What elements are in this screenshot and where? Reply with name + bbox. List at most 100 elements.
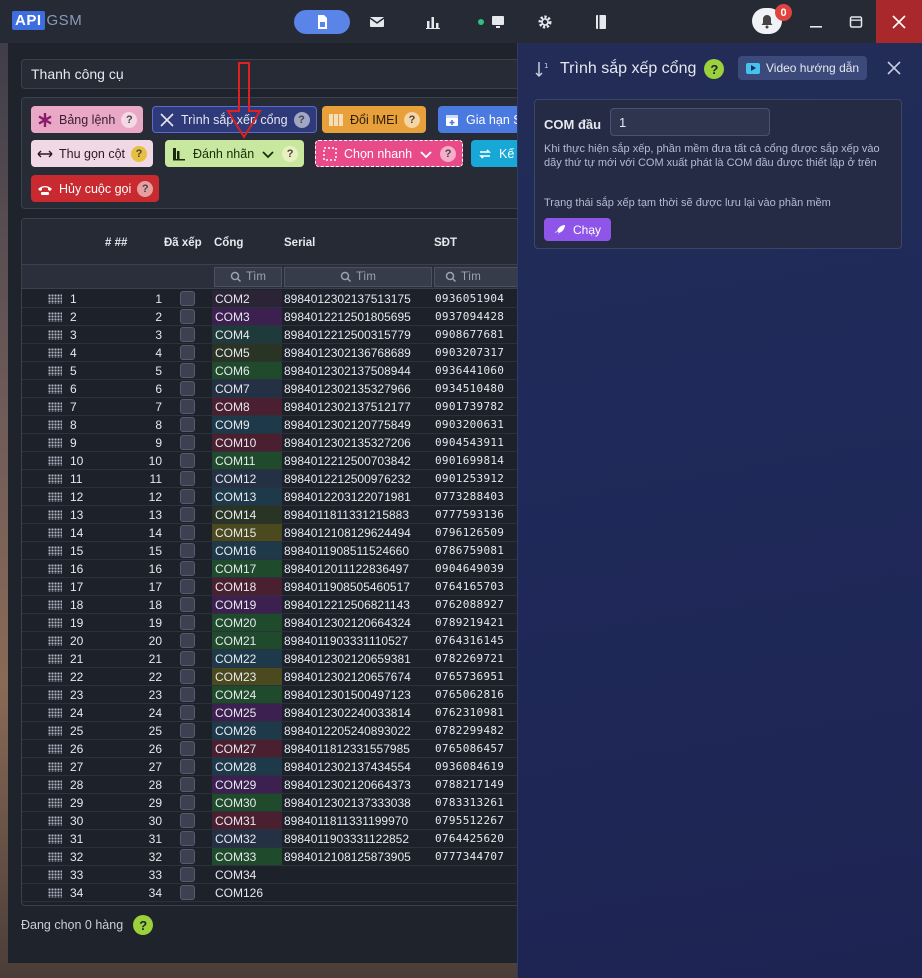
sorted-checkbox[interactable] xyxy=(180,579,195,594)
sorted-checkbox[interactable] xyxy=(180,777,195,792)
tool-change-imei[interactable]: Đổi IMEI? xyxy=(322,106,426,133)
table-row[interactable]: 25 25 COM26 8984012205240893022 0782299482 xyxy=(22,722,520,740)
table-row[interactable]: 29 29 COM30 8984012302137333038 0783313261 xyxy=(22,794,520,812)
sorted-checkbox[interactable] xyxy=(180,345,195,360)
filter-phone[interactable]: Tìm xyxy=(434,267,520,287)
help-icon[interactable]: ? xyxy=(403,111,420,128)
table-row[interactable]: 7 7 COM8 8984012302137512177 0901739782 xyxy=(22,398,520,416)
header-sorted[interactable]: Đã xếp xyxy=(164,237,202,249)
drag-handle-icon[interactable] xyxy=(48,492,62,502)
drag-handle-icon[interactable] xyxy=(48,744,62,754)
drag-handle-icon[interactable] xyxy=(48,456,62,466)
sorted-checkbox[interactable] xyxy=(180,633,195,648)
sorted-checkbox[interactable] xyxy=(180,543,195,558)
table-row[interactable]: 21 21 COM22 8984012302120659381 0782269721 xyxy=(22,650,520,668)
drag-handle-icon[interactable] xyxy=(48,564,62,574)
help-icon[interactable]: ? xyxy=(131,145,148,162)
table-row[interactable]: 6 6 COM7 8984012302135327966 0934510480 xyxy=(22,380,520,398)
help-icon[interactable]: ? xyxy=(704,59,725,79)
drag-handle-icon[interactable] xyxy=(48,330,62,340)
table-row[interactable]: 28 28 COM29 8984012302120664373 0788217149 xyxy=(22,776,520,794)
sorted-checkbox[interactable] xyxy=(180,867,195,882)
table-row[interactable]: 27 27 COM28 8984012302137434554 0936084619 xyxy=(22,758,520,776)
drag-handle-icon[interactable] xyxy=(48,546,62,556)
table-row[interactable]: 20 20 COM21 8984011903331110527 0764316145 xyxy=(22,632,520,650)
drag-handle-icon[interactable] xyxy=(48,798,62,808)
sorted-checkbox[interactable] xyxy=(180,759,195,774)
drag-handle-icon[interactable] xyxy=(48,708,62,718)
drag-handle-icon[interactable] xyxy=(48,438,62,448)
help-icon[interactable]: ? xyxy=(121,111,138,128)
drag-handle-icon[interactable] xyxy=(48,780,62,790)
restore-button[interactable] xyxy=(836,0,876,43)
header-port[interactable]: Cổng xyxy=(214,237,243,249)
video-guide-button[interactable]: Video hướng dẫn xyxy=(738,56,868,80)
table-row[interactable]: 9 9 COM10 8984012302135327206 0904543911 xyxy=(22,434,520,452)
drag-handle-icon[interactable] xyxy=(48,762,62,772)
sorted-checkbox[interactable] xyxy=(180,885,195,900)
tool-connect[interactable]: Kế xyxy=(471,140,520,167)
close-window-button[interactable] xyxy=(876,0,922,43)
sorted-checkbox[interactable] xyxy=(180,813,195,828)
sorted-checkbox[interactable] xyxy=(180,795,195,810)
table-row[interactable]: 17 17 COM18 8984011908505460517 0764165703 xyxy=(22,578,520,596)
table-row[interactable]: 16 16 COM17 8984012011122836497 0904649039 xyxy=(22,560,520,578)
drag-handle-icon[interactable] xyxy=(48,582,62,592)
table-row[interactable]: 15 15 COM16 8984011908511524660 0786759081 xyxy=(22,542,520,560)
drag-handle-icon[interactable] xyxy=(48,654,62,664)
drag-handle-icon[interactable] xyxy=(48,528,62,538)
tool-command-table[interactable]: Bảng lệnh? xyxy=(31,106,144,133)
table-row[interactable]: 1 1 COM2 8984012302137513175 0936051904 xyxy=(22,290,520,308)
nav-docs-button[interactable] xyxy=(573,10,629,34)
sorted-checkbox[interactable] xyxy=(180,561,195,576)
table-row[interactable]: 18 18 COM19 8984012212506821143 0762088927 xyxy=(22,596,520,614)
sorted-checkbox[interactable] xyxy=(180,525,195,540)
minimize-button[interactable] xyxy=(796,0,836,43)
table-row[interactable]: 11 11 COM12 8984012212500976232 0901253912 xyxy=(22,470,520,488)
panel-close-button[interactable] xyxy=(883,57,905,79)
tool-quick-select[interactable]: Chọn nhanh ? xyxy=(315,140,464,167)
help-icon[interactable]: ? xyxy=(293,111,310,128)
drag-handle-icon[interactable] xyxy=(48,510,62,520)
tool-collapse-columns[interactable]: Thu gọn cột? xyxy=(31,140,154,167)
table-row[interactable]: 32 32 COM33 8984012108125873905 0777344707 xyxy=(22,848,520,866)
sorted-checkbox[interactable] xyxy=(180,615,195,630)
drag-handle-icon[interactable] xyxy=(48,312,62,322)
nav-stats-button[interactable] xyxy=(405,10,461,34)
table-row[interactable]: 13 13 COM14 8984011811331215883 0777593136 xyxy=(22,506,520,524)
table-row[interactable]: 22 22 COM23 8984012302120657674 0765736951 xyxy=(22,668,520,686)
sorted-checkbox[interactable] xyxy=(180,849,195,864)
sorted-checkbox[interactable] xyxy=(180,741,195,756)
table-row[interactable]: 19 19 COM20 8984012302120664324 0789219421 xyxy=(22,614,520,632)
drag-handle-icon[interactable] xyxy=(48,672,62,682)
nav-sim-button[interactable] xyxy=(294,10,350,34)
sorted-checkbox[interactable] xyxy=(180,687,195,702)
table-row[interactable]: 34 34 COM126 xyxy=(22,884,520,902)
drag-handle-icon[interactable] xyxy=(48,870,62,880)
sorted-checkbox[interactable] xyxy=(180,489,195,504)
run-button[interactable]: Chạy xyxy=(544,218,612,241)
table-row[interactable]: 31 31 COM32 8984011903331122852 0764425620 xyxy=(22,830,520,848)
drag-handle-icon[interactable] xyxy=(48,474,62,484)
table-row[interactable]: 8 8 COM9 8984012302120775849 0903200631 xyxy=(22,416,520,434)
drag-handle-icon[interactable] xyxy=(48,636,62,646)
drag-handle-icon[interactable] xyxy=(48,852,62,862)
table-row[interactable]: 12 12 COM13 8984012203122071981 0773288403 xyxy=(22,488,520,506)
sorted-checkbox[interactable] xyxy=(180,363,195,378)
tool-extend[interactable]: Gia hạn S xyxy=(438,106,520,133)
sorted-checkbox[interactable] xyxy=(180,309,195,324)
header-phone[interactable]: SĐT xyxy=(434,237,457,249)
table-row[interactable]: 3 3 COM4 8984012212500315779 0908677681 xyxy=(22,326,520,344)
table-row[interactable]: 24 24 COM25 8984012302240033814 0762310981 xyxy=(22,704,520,722)
tool-labeling[interactable]: Đánh nhãn ? xyxy=(165,140,305,167)
drag-handle-icon[interactable] xyxy=(48,888,62,898)
drag-handle-icon[interactable] xyxy=(48,420,62,430)
drag-handle-icon[interactable] xyxy=(48,816,62,826)
sorted-checkbox[interactable] xyxy=(180,291,195,306)
drag-handle-icon[interactable] xyxy=(48,366,62,376)
filter-port[interactable]: Tìm xyxy=(214,267,282,287)
drag-handle-icon[interactable] xyxy=(48,348,62,358)
table-row[interactable]: 10 10 COM11 8984012212500703842 0901699814 xyxy=(22,452,520,470)
sorted-checkbox[interactable] xyxy=(180,327,195,342)
table-row[interactable]: 23 23 COM24 8984012301500497123 0765062816 xyxy=(22,686,520,704)
